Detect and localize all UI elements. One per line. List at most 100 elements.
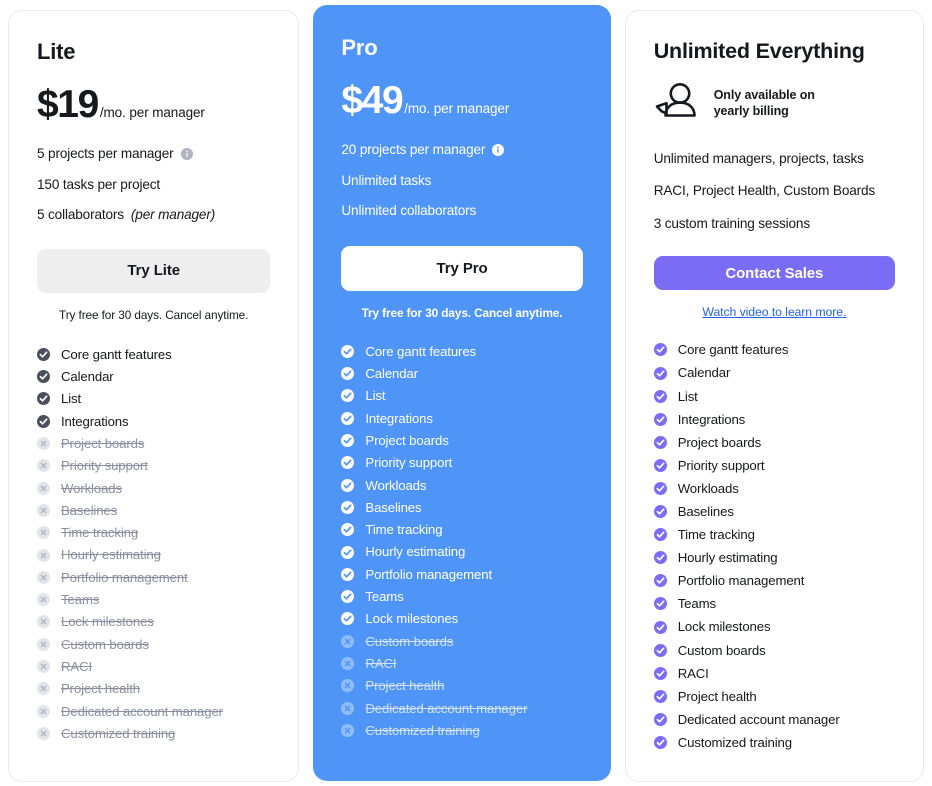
trial-caption: Try free for 30 days. Cancel anytime. [59, 307, 249, 322]
spec-row: 20 projects per manager [341, 143, 582, 157]
check-circle-icon [341, 567, 355, 581]
check-circle-icon [653, 412, 667, 426]
spec-row: Unlimited managers, projects, tasks [654, 151, 895, 166]
spec-note: (per manager) [130, 207, 216, 223]
feature-row: RACI [37, 660, 270, 673]
spec-text: 20 projects per manager [341, 142, 486, 157]
check-circle-icon [37, 370, 50, 384]
check-circle-icon [341, 612, 355, 626]
check-circle-icon [653, 343, 667, 357]
person-contact-icon [654, 81, 700, 126]
check-circle-icon [653, 458, 667, 472]
feature-row: Hourly estimating [37, 548, 270, 562]
pricing-plans-container: Lite $19 /mo. per manager 5 projects per… [0, 0, 932, 786]
feature-row: Core gantt features [341, 345, 582, 358]
check-circle-icon [341, 590, 355, 604]
feature-label: Baselines [61, 502, 118, 518]
check-circle-icon [653, 574, 667, 588]
watch-video-link[interactable]: Watch video to learn more. [654, 305, 895, 319]
check-circle-icon [653, 481, 667, 495]
feature-label: RACI [365, 655, 397, 671]
check-circle-icon [341, 344, 355, 358]
feature-row: Baselines [653, 505, 895, 518]
feature-label: Project boards [365, 432, 449, 448]
feature-label: Baselines [365, 499, 422, 515]
feature-label: Lock milestones [365, 611, 459, 627]
info-icon[interactable] [180, 147, 193, 160]
try-lite-button[interactable]: Try Lite [37, 248, 271, 293]
feature-row: Calendar [341, 367, 582, 380]
feature-row: RACI [653, 665, 895, 681]
feature-label: Customized training [61, 725, 176, 741]
feature-label: List [365, 388, 386, 404]
feature-row: Project health [341, 679, 582, 692]
check-circle-icon [341, 456, 355, 470]
check-circle-icon [653, 643, 667, 657]
feature-label: Project health [365, 678, 445, 694]
feature-label: Project boards [677, 434, 762, 450]
spec-row: 3 custom training sessions [654, 217, 895, 231]
feature-row: Teams [37, 593, 270, 606]
check-circle-icon [341, 545, 355, 559]
spec-text: RACI, Project Health, Custom Boards [653, 183, 876, 199]
try-pro-button[interactable]: Try Pro [341, 245, 583, 291]
x-circle-icon [37, 726, 50, 740]
feature-row: Customized training [653, 736, 895, 749]
plan-specs-lite: 5 projects per manager 150 tasks per pro… [37, 147, 270, 239]
x-circle-icon [37, 637, 50, 651]
feature-label: Priority support [61, 458, 148, 474]
check-circle-icon [653, 366, 667, 380]
feature-row: Integrations [37, 414, 270, 428]
feature-row: Portfolio management [37, 571, 270, 584]
feature-row: Baselines [37, 504, 270, 517]
feature-label: Time tracking [61, 525, 139, 541]
price-amount: $19 [37, 83, 99, 126]
yearly-billing-note: Only available on yearly billing [713, 87, 815, 118]
feature-label: Core gantt features [61, 346, 172, 362]
feature-row: Project boards [341, 434, 582, 447]
feature-row: Core gantt features [37, 348, 270, 361]
feature-label: Teams [677, 596, 716, 612]
x-circle-icon [37, 615, 50, 629]
info-icon[interactable] [492, 143, 505, 156]
feature-row: Integrations [341, 411, 582, 425]
feature-label: Portfolio management [677, 573, 805, 589]
feature-label: RACI [61, 658, 93, 674]
feature-row: Custom boards [37, 637, 270, 651]
x-circle-icon [37, 526, 50, 540]
feature-row: Priority support [37, 459, 270, 472]
feature-label: RACI [677, 665, 709, 681]
feature-label: Teams [365, 589, 404, 605]
feature-label: Portfolio management [365, 566, 493, 582]
spec-text: Unlimited collaborators [341, 203, 477, 219]
price-amount: $49 [341, 79, 403, 122]
spec-row: 5 projects per manager [37, 147, 270, 161]
check-circle-icon [653, 435, 667, 449]
check-circle-icon [653, 528, 667, 542]
contact-sales-button[interactable]: Contact Sales [653, 256, 895, 291]
check-circle-icon [341, 411, 355, 425]
feature-row: Workloads [37, 481, 270, 495]
feature-label: Time tracking [365, 522, 443, 538]
feature-row: Dedicated account manager [37, 704, 270, 718]
plan-price-pro: $49 /mo. per manager [341, 81, 582, 121]
check-circle-icon [37, 347, 50, 361]
check-circle-icon [341, 434, 355, 448]
plan-title-lite: Lite [37, 39, 76, 64]
x-circle-icon [341, 657, 355, 671]
feature-row: List [37, 392, 270, 406]
x-circle-icon [37, 459, 50, 473]
feature-label: Project health [61, 681, 140, 697]
feature-label: Core gantt features [365, 343, 477, 359]
feature-row: Dedicated account manager [341, 701, 582, 715]
x-circle-icon [37, 704, 50, 718]
x-circle-icon [341, 679, 355, 693]
feature-row: Custom boards [653, 643, 895, 657]
check-circle-icon [341, 367, 355, 381]
pricing-card-lite: Lite $19 /mo. per manager 5 projects per… [8, 10, 300, 782]
check-circle-icon [653, 712, 667, 726]
spec-row: Unlimited tasks [341, 173, 582, 188]
x-circle-icon [37, 481, 50, 495]
check-circle-icon [653, 597, 667, 611]
feature-row: Lock milestones [341, 611, 582, 627]
